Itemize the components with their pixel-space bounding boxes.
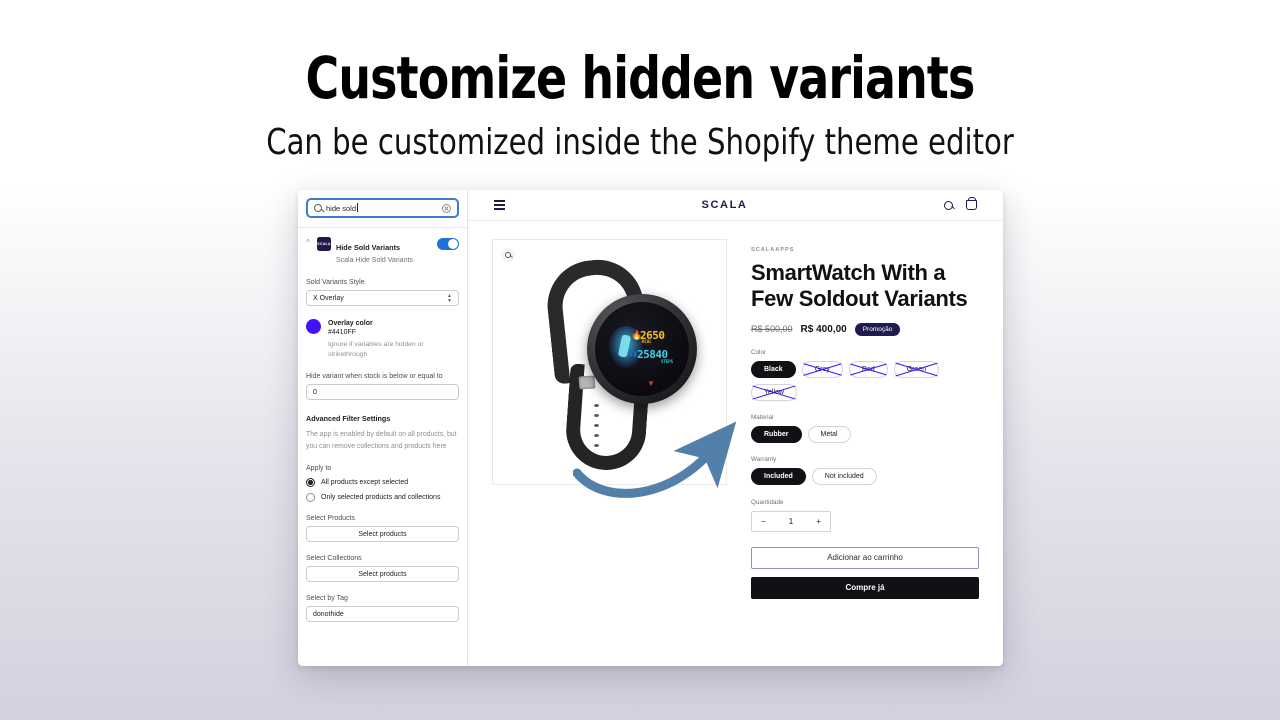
option-values-color: Black Grey Red Green Yellow: [751, 360, 979, 401]
apply-to-label: Apply to: [306, 465, 332, 472]
option-label-warranty: Warranty: [751, 455, 777, 463]
hamburger-menu-icon[interactable]: [494, 200, 505, 210]
overlay-color-label: Overlay color: [328, 320, 373, 327]
stock-threshold-input[interactable]: 0: [306, 384, 459, 400]
store-header: SCALA: [468, 190, 1003, 221]
app-subtitle: Scala Hide Sold Variants: [336, 257, 413, 264]
price-original: R$ 500,00: [751, 324, 793, 335]
variant-chip-included[interactable]: Included: [751, 467, 806, 485]
radio-all-products-label: All products except selected: [321, 479, 409, 486]
advanced-settings-title: Advanced Filter Settings: [306, 414, 391, 423]
overlay-color-hex: #4410FF: [328, 329, 357, 336]
header-icons: [944, 197, 977, 210]
search-icon: [314, 204, 322, 212]
option-label-material: Material: [751, 413, 774, 421]
triangle-down-icon: ▼: [647, 379, 655, 388]
calories-unit: KCAL: [642, 339, 652, 344]
quantity-stepper[interactable]: − 1 +: [751, 510, 831, 532]
product-vendor: SCALAAPPS: [751, 247, 795, 253]
variant-chip-rubber[interactable]: Rubber: [751, 425, 802, 443]
product-page-body: 🔥 2650 KCAL 👣 25840 STEPS ▼ SCALAAPPS Sm…: [468, 221, 1003, 666]
search-icon[interactable]: [944, 200, 953, 210]
page-title: Customize hidden variants: [305, 44, 976, 112]
select-products-label: Select Products: [306, 515, 356, 522]
select-collections-label: Select Collections: [306, 555, 362, 562]
chevron-updown-icon: ▲ ▼: [447, 292, 452, 304]
app-text: Hide Sold Variants Scala Hide Sold Varia…: [336, 237, 432, 266]
variant-chip-not-included[interactable]: Not included: [811, 467, 877, 485]
variant-chip-black[interactable]: Black: [751, 360, 796, 378]
radio-all-products[interactable]: All products except selected: [306, 478, 459, 487]
watch-buckle: [578, 375, 596, 390]
select-collections-button[interactable]: Select products: [306, 566, 459, 582]
watch-strap-holes: [589, 404, 603, 460]
product-title: SmartWatch With a Few Soldout Variants: [751, 260, 968, 311]
store-brand-logo: SCALA: [701, 199, 748, 211]
clear-search-icon[interactable]: [442, 203, 451, 213]
app-enable-toggle[interactable]: [437, 238, 459, 250]
watch-screen: 🔥 2650 KCAL 👣 25840 STEPS ▼: [595, 302, 689, 396]
sold-variants-style-select[interactable]: X Overlay ▲ ▼: [306, 290, 459, 306]
app-title: Hide Sold Variants: [336, 243, 401, 252]
quantity-label: Quantidade: [751, 498, 784, 506]
quantity-increase-button[interactable]: +: [816, 517, 821, 526]
variant-chip-yellow[interactable]: Yellow: [751, 383, 797, 401]
search-input-value: hide sold: [326, 202, 438, 213]
option-values-warranty: Included Not included: [751, 467, 979, 485]
sold-variants-style-value: X Overlay: [313, 294, 344, 302]
variant-chip-green[interactable]: Green: [893, 360, 940, 378]
app-icon: SCALA: [317, 237, 331, 251]
option-values-material: Rubber Metal: [751, 425, 979, 443]
chevron-up-icon[interactable]: ^: [306, 237, 312, 249]
advanced-settings-note: The app is enabled by default on all pro…: [306, 431, 457, 450]
sale-badge: Promoção: [854, 322, 901, 336]
option-label-color: Color: [751, 348, 767, 356]
product-info: SCALAAPPS SmartWatch With a Few Soldout …: [751, 239, 979, 666]
select-products-button[interactable]: Select products: [306, 526, 459, 542]
style-field-label: Sold Variants Style: [306, 279, 365, 286]
price-current: R$ 400,00: [800, 323, 847, 335]
radio-icon-unselected[interactable]: [306, 493, 315, 502]
stock-field-label: Hide variant when stock is below or equa…: [306, 373, 443, 380]
radio-only-selected-label: Only selected products and collections: [321, 494, 441, 501]
headline-block: Customize hidden variants Can be customi…: [0, 0, 1280, 162]
overlay-color-swatch[interactable]: [306, 319, 321, 334]
variant-chip-metal[interactable]: Metal: [807, 425, 851, 443]
add-to-cart-button[interactable]: Adicionar ao carrinho: [751, 546, 979, 569]
watch-case: 🔥 2650 KCAL 👣 25840 STEPS ▼: [587, 294, 697, 404]
overlay-color-text: Overlay color #4410FF Ignore if variable…: [328, 319, 459, 360]
shopping-bag-icon[interactable]: [966, 197, 977, 210]
select-tag-label: Select by Tag: [306, 595, 348, 602]
smartwatch-illustration: 🔥 2650 KCAL 👣 25840 STEPS ▼: [527, 255, 697, 473]
search-input[interactable]: hide sold: [306, 198, 459, 218]
browser-window: hide sold ^ SCALA Hide Sold Variants Sca…: [298, 190, 1003, 666]
steps-unit: STEPS: [661, 359, 674, 364]
zoom-in-icon[interactable]: [501, 248, 515, 262]
select-tag-input[interactable]: donothide: [306, 606, 459, 622]
select-tag-value: donothide: [313, 610, 344, 618]
quantity-decrease-button[interactable]: −: [761, 517, 766, 526]
price-row: R$ 500,00 R$ 400,00 Promoção: [751, 322, 979, 336]
buy-now-button[interactable]: Compre já: [751, 576, 979, 599]
storefront-preview: SCALA 🔥 2650 KCAL 👣 25840 STEPS ▼ SCALAA…: [468, 190, 1003, 666]
product-image-pane[interactable]: 🔥 2650 KCAL 👣 25840 STEPS ▼: [492, 239, 727, 485]
variant-chip-red[interactable]: Red: [848, 360, 888, 378]
app-block-row[interactable]: ^ SCALA Hide Sold Variants Scala Hide So…: [306, 228, 459, 266]
radio-only-selected[interactable]: Only selected products and collections: [306, 493, 459, 502]
overlay-color-row[interactable]: Overlay color #4410FF Ignore if variable…: [306, 319, 459, 360]
overlay-color-note: Ignore if variables are hidden or strike…: [328, 341, 424, 358]
theme-editor-sidebar: hide sold ^ SCALA Hide Sold Variants Sca…: [298, 190, 468, 666]
variant-chip-grey[interactable]: Grey: [801, 360, 843, 378]
page-subtitle: Can be customized inside the Shopify the…: [266, 121, 1014, 163]
cta-group: Adicionar ao carrinho Compre já: [751, 546, 979, 599]
quantity-value: 1: [788, 516, 794, 526]
stock-threshold-value: 0: [313, 388, 317, 396]
radio-icon-selected[interactable]: [306, 478, 315, 487]
